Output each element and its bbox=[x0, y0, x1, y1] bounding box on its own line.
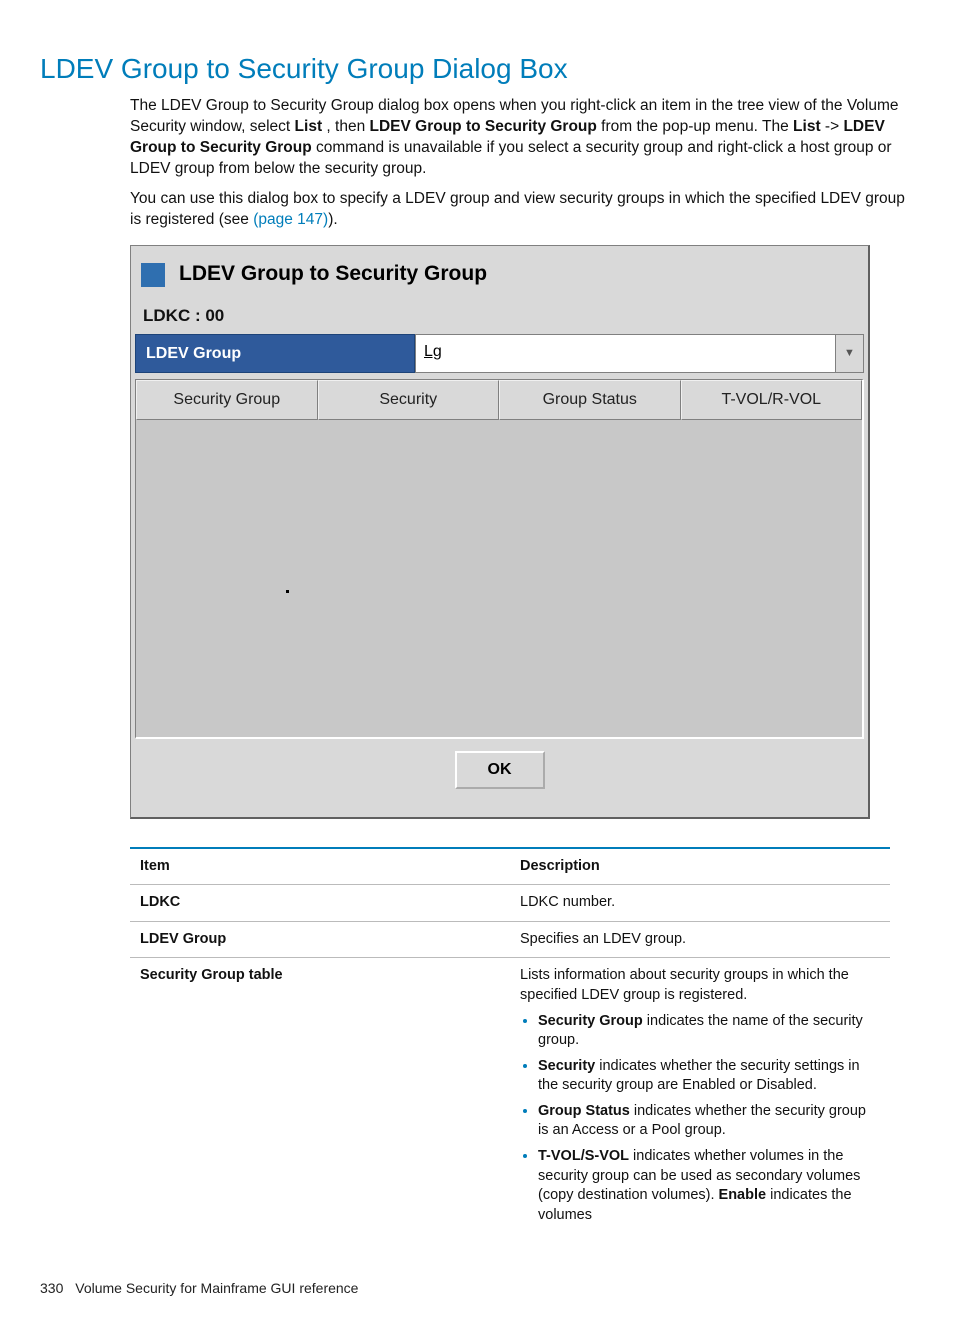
dropdown-arrow-icon[interactable]: ▼ bbox=[835, 335, 863, 373]
dialog-icon bbox=[141, 263, 165, 287]
ok-button[interactable]: OK bbox=[455, 751, 545, 789]
grid-body bbox=[136, 420, 862, 737]
desc-sec-table: Lists information about security groups … bbox=[510, 958, 890, 1239]
intro-list-bold: List bbox=[295, 118, 323, 135]
col-item: Item bbox=[130, 848, 510, 885]
description-table: Item Description LDKC LDKC number. LDEV … bbox=[130, 847, 890, 1239]
intro-list-bold2: List bbox=[793, 118, 821, 135]
dialog-screenshot: LDEV Group to Security Group LDKC : 00 L… bbox=[130, 245, 914, 818]
col-tvol-rvol[interactable]: T-VOL/R-VOL bbox=[681, 380, 863, 420]
intro-p2a: You can use this dialog box to specify a… bbox=[130, 190, 905, 228]
page-number: 330 bbox=[40, 1280, 63, 1296]
footer-text: Volume Security for Mainframe GUI refere… bbox=[75, 1280, 358, 1296]
list-item: T-VOL/S-VOL indicates whether volumes in… bbox=[538, 1147, 880, 1225]
item-ldkc: LDKC bbox=[130, 885, 510, 922]
b4-enable: Enable bbox=[719, 1187, 767, 1203]
table-row: Security Group table Lists information a… bbox=[130, 958, 890, 1239]
security-group-grid[interactable]: Security Group Security Group Status T-V… bbox=[135, 379, 864, 739]
col-security-group[interactable]: Security Group bbox=[136, 380, 318, 420]
ldkc-label: LDKC : 00 bbox=[131, 297, 868, 334]
desc-ldev-group: Specifies an LDEV group. bbox=[510, 921, 890, 958]
table-row: LDKC LDKC number. bbox=[130, 885, 890, 922]
ldev-group-label: LDEV Group bbox=[135, 334, 415, 374]
table-row: LDEV Group Specifies an LDEV group. bbox=[130, 921, 890, 958]
page-footer: 330 Volume Security for Mainframe GUI re… bbox=[40, 1279, 914, 1298]
sec-table-lead: Lists information about security groups … bbox=[520, 967, 849, 1003]
item-sec-table: Security Group table bbox=[130, 958, 510, 1239]
b1-bold: Security Group bbox=[538, 1013, 643, 1029]
intro-text: The LDEV Group to Security Group dialog … bbox=[130, 96, 914, 232]
dialog-title: LDEV Group to Security Group bbox=[179, 260, 487, 288]
list-item: Group Status indicates whether the secur… bbox=[538, 1102, 880, 1141]
page-ref-link[interactable]: (page 147) bbox=[253, 211, 328, 228]
intro-ldev-bold: LDEV Group to Security Group bbox=[370, 118, 597, 135]
page-title: LDEV Group to Security Group Dialog Box bbox=[40, 50, 914, 88]
item-ldev-group: LDEV Group bbox=[130, 921, 510, 958]
intro-arrow: -> bbox=[821, 118, 844, 135]
b2-bold: Security bbox=[538, 1058, 595, 1074]
intro-p1c: from the pop-up menu. The bbox=[597, 118, 793, 135]
list-item: Security indicates whether the security … bbox=[538, 1057, 880, 1096]
b3-bold: Group Status bbox=[538, 1103, 630, 1119]
b4-bold: T-VOL/S-VOL bbox=[538, 1148, 629, 1164]
col-security[interactable]: Security bbox=[318, 380, 500, 420]
list-item: Security Group indicates the name of the… bbox=[538, 1012, 880, 1051]
col-description: Description bbox=[510, 848, 890, 885]
intro-p2b: ). bbox=[328, 211, 337, 228]
desc-ldkc: LDKC number. bbox=[510, 885, 890, 922]
ldev-group-value: Lg bbox=[416, 335, 835, 373]
col-group-status[interactable]: Group Status bbox=[499, 380, 681, 420]
ldev-group-select[interactable]: Lg ▼ bbox=[415, 334, 864, 374]
intro-p1b: , then bbox=[322, 118, 369, 135]
